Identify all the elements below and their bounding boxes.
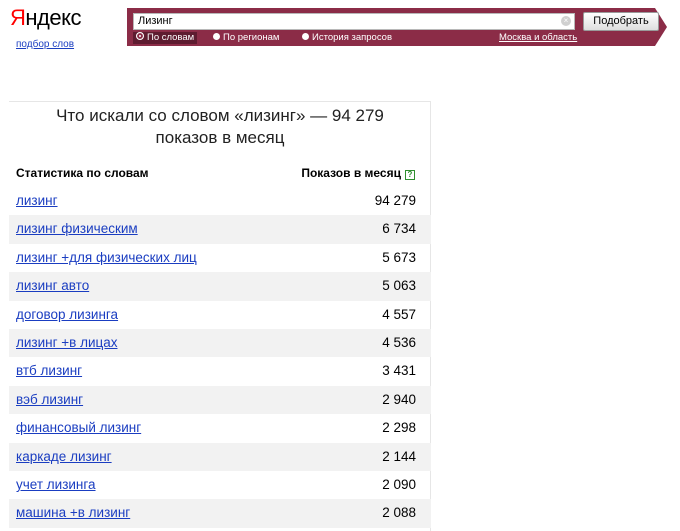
- table-row: договор лизинга 4 557: [9, 301, 431, 329]
- keyword-link[interactable]: лизинг +в лицах: [16, 335, 118, 350]
- shows-count: 4 536: [382, 334, 416, 350]
- panel-title-line1: Что искали со словом «лизинг» — 94 279: [56, 106, 384, 125]
- shows-count: 5 063: [382, 278, 416, 294]
- clear-icon[interactable]: ×: [561, 16, 571, 26]
- panel-title-line2: показов в месяц: [155, 128, 285, 147]
- keyword-link[interactable]: лизинг авто: [16, 278, 89, 293]
- shows-count: 3 431: [382, 363, 416, 379]
- keyword-link[interactable]: договор лизинга: [16, 307, 118, 322]
- radio-selected-icon: [136, 32, 144, 40]
- shows-count: 4 557: [382, 306, 416, 322]
- table-row: вэб лизинг 2 940: [9, 385, 431, 415]
- column-header-shows: Показов в месяц?: [301, 166, 415, 180]
- table-row: лизинг +для физических лиц 5 673: [9, 244, 431, 272]
- region-link[interactable]: Москва и область: [499, 32, 577, 44]
- shows-count: 94 279: [374, 193, 416, 208]
- table-row: каркаде лизинг 2 144: [9, 442, 431, 471]
- column-header-words: Статистика по словам: [16, 166, 149, 180]
- table-row: машина +в лизинг 2 088: [9, 499, 431, 528]
- shows-count: 2 298: [382, 420, 416, 436]
- search-bar: Лизинг × Подобрать По словам По регионам…: [127, 8, 667, 46]
- shows-count: 2 144: [382, 448, 416, 464]
- keyword-link[interactable]: каркаде лизинг: [16, 449, 112, 464]
- search-submit-button[interactable]: Подобрать: [583, 12, 659, 31]
- help-icon[interactable]: ?: [405, 170, 415, 180]
- shows-count: 6 734: [382, 221, 416, 237]
- keyword-link[interactable]: лизинг +для физических лиц: [16, 250, 197, 265]
- search-input[interactable]: Лизинг: [133, 13, 575, 30]
- radio-unselected-icon: [302, 33, 309, 40]
- shows-count: 5 673: [382, 249, 416, 265]
- keyword-link[interactable]: финансовый лизинг: [16, 420, 141, 435]
- table-row: лизинг 94 279: [9, 187, 431, 215]
- radio-query-history[interactable]: История запросов: [302, 32, 392, 44]
- keyword-link[interactable]: машина +в лизинг: [16, 505, 130, 520]
- radio-by-regions[interactable]: По регионам: [213, 32, 279, 44]
- keyword-link[interactable]: лизинг: [16, 193, 58, 208]
- keyword-table: лизинг 94 279 лизинг физическим 6 734 лизи…: [9, 187, 431, 528]
- table-row: лизинг авто 5 063: [9, 272, 431, 301]
- panel-title: Что искали со словом «лизинг» — 94 279 п…: [9, 105, 431, 149]
- table-row: лизинг физическим 6 734: [9, 215, 431, 244]
- yandex-logo[interactable]: Яндекс: [10, 6, 81, 30]
- radio-unselected-icon: [213, 33, 220, 40]
- keyword-link[interactable]: лизинг физическим: [16, 221, 138, 236]
- results-panel: Что искали со словом «лизинг» — 94 279 п…: [9, 101, 431, 531]
- logo-wordmark: Яндекс: [10, 5, 81, 30]
- keyword-link[interactable]: вэб лизинг: [16, 392, 83, 407]
- table-row: учет лизинга 2 090: [9, 471, 431, 499]
- radio-by-words[interactable]: По словам: [133, 32, 198, 44]
- keyword-link[interactable]: учет лизинга: [16, 477, 96, 492]
- table-row: лизинг +в лицах 4 536: [9, 328, 431, 358]
- shows-count: 2 090: [382, 476, 416, 492]
- logo-subtitle-link[interactable]: подбор слов: [16, 39, 74, 50]
- table-row: финансовый лизинг 2 298: [9, 414, 431, 442]
- search-input-wrap: Лизинг × Подобрать: [133, 12, 680, 31]
- shows-count: 2 088: [382, 505, 416, 521]
- shows-count: 2 940: [382, 391, 416, 407]
- keyword-link[interactable]: втб лизинг: [16, 363, 82, 378]
- table-row: втб лизинг 3 431: [9, 357, 431, 385]
